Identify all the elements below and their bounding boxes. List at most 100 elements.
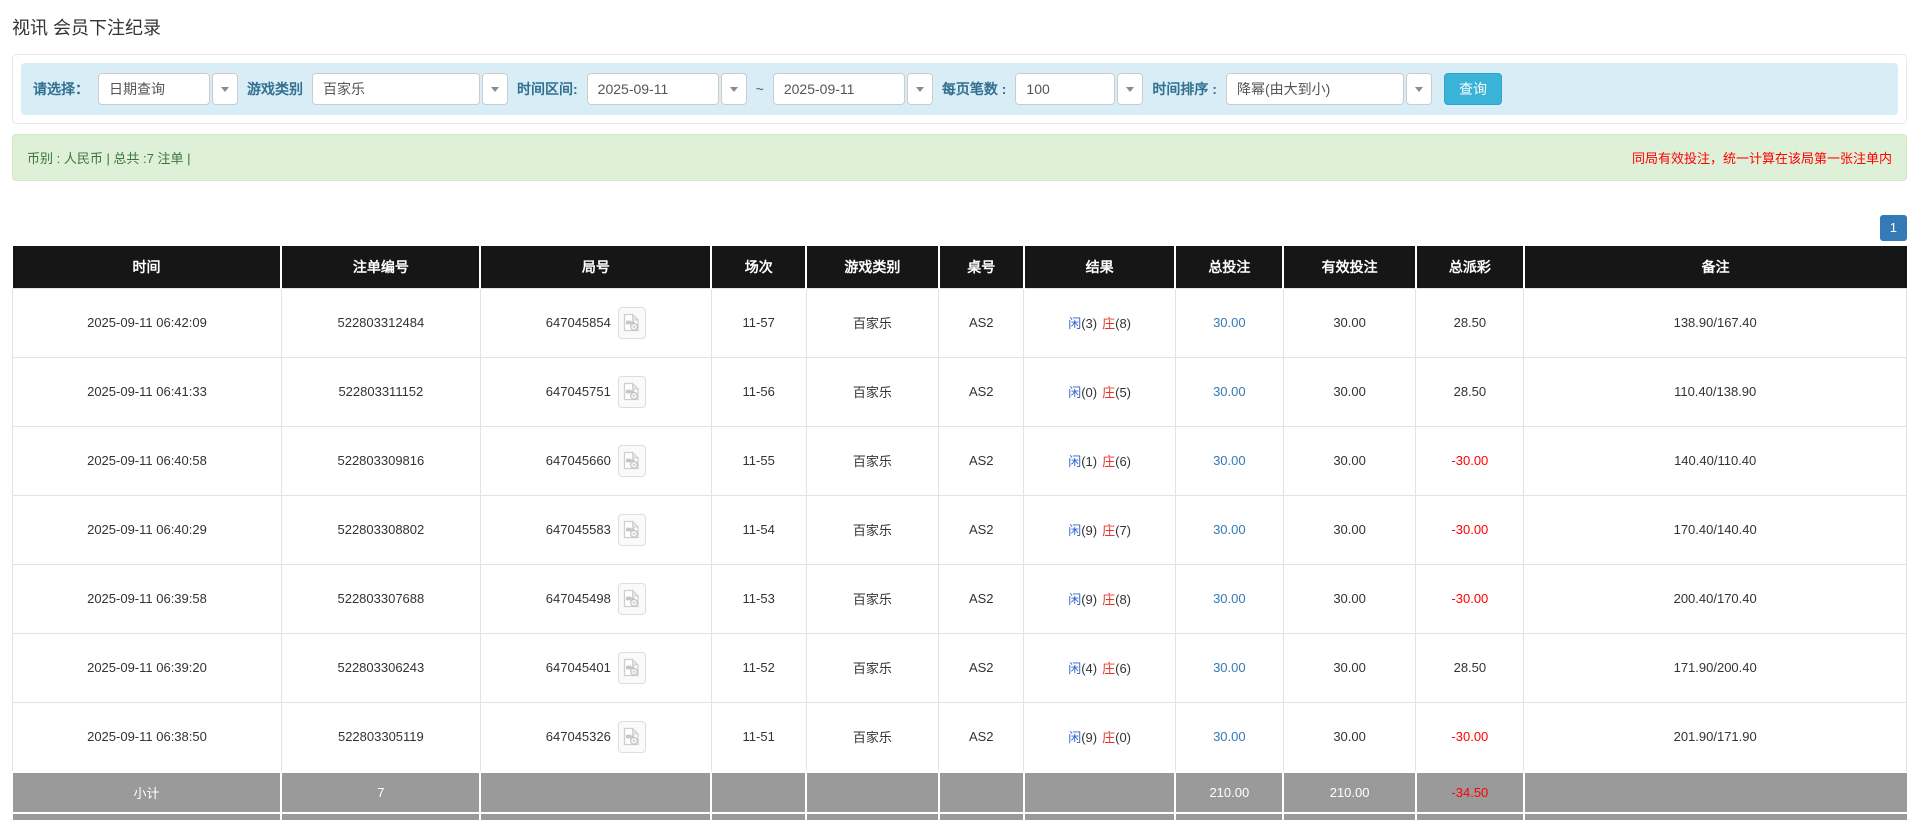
player-result: 闲 bbox=[1068, 661, 1082, 677]
column-header: 注单编号 bbox=[280, 245, 481, 289]
query-type-value: 日期查询 bbox=[98, 73, 210, 105]
video-replay-button[interactable] bbox=[617, 651, 646, 684]
date-from-value: 2025-09-11 bbox=[586, 73, 719, 105]
page-title: 视讯 会员下注纪录 bbox=[12, 18, 162, 38]
banker-score: (8) bbox=[1115, 316, 1131, 332]
total-bet-link[interactable]: 30.00 bbox=[1213, 522, 1246, 537]
result-cell: 闲(9) 庄(0) bbox=[1023, 701, 1176, 773]
query-type-select[interactable]: 日期查询 bbox=[98, 73, 238, 105]
date-from-picker[interactable]: 2025-09-11 bbox=[586, 73, 747, 105]
column-header: 时间 bbox=[12, 245, 282, 289]
subtotal-valid-bet: 210.00 bbox=[1282, 770, 1417, 814]
game-type-select[interactable]: 百家乐 bbox=[312, 73, 508, 105]
round-number: 647045326 bbox=[545, 729, 611, 745]
column-header: 桌号 bbox=[937, 245, 1024, 289]
page-size-value: 100 bbox=[1015, 73, 1116, 105]
player-score: (4) bbox=[1081, 661, 1098, 677]
valid-bet: 30.00 bbox=[1282, 701, 1417, 773]
total-bet-link[interactable]: 30.00 bbox=[1213, 660, 1246, 675]
bet-id: 522803306243 bbox=[280, 632, 481, 703]
result-cell: 闲(0) 庄(5) bbox=[1023, 356, 1176, 427]
total-bet-link[interactable]: 30.00 bbox=[1213, 315, 1246, 330]
total-total-bet: 210.00 bbox=[1174, 811, 1285, 820]
game-type: 百家乐 bbox=[805, 701, 940, 773]
time-sort-value: 降幂(由大到小) bbox=[1225, 73, 1404, 105]
total-bet-link[interactable]: 30.00 bbox=[1213, 591, 1246, 606]
round-cell: 647045498 bbox=[479, 563, 712, 634]
total-bet-cell: 30.00 bbox=[1174, 356, 1284, 427]
subtotal-label: 小计 bbox=[12, 770, 283, 814]
bet-time: 2025-09-11 06:38:50 bbox=[12, 701, 282, 773]
remark: 110.40/138.90 bbox=[1523, 356, 1907, 427]
time-sort-select[interactable]: 降幂(由大到小) bbox=[1225, 73, 1432, 105]
video-file-icon bbox=[624, 658, 640, 677]
player-result: 闲 bbox=[1068, 592, 1082, 608]
video-replay-button[interactable] bbox=[617, 582, 646, 615]
banker-result: 庄 bbox=[1102, 730, 1116, 746]
remark: 200.40/170.40 bbox=[1523, 563, 1907, 634]
player-result: 闲 bbox=[1068, 730, 1082, 746]
banker-score: (6) bbox=[1115, 661, 1131, 677]
result-cell: 闲(9) 庄(7) bbox=[1023, 494, 1176, 565]
round-number: 647045583 bbox=[545, 522, 611, 538]
caret-down-icon[interactable] bbox=[482, 73, 508, 105]
result-cell: 闲(4) 庄(6) bbox=[1023, 632, 1176, 703]
table-row: 2025-09-11 06:38:50 522803305119 6470453… bbox=[12, 701, 1907, 773]
video-file-icon bbox=[624, 727, 640, 746]
page-size-select[interactable]: 100 bbox=[1015, 73, 1144, 105]
total-bet-link[interactable]: 30.00 bbox=[1213, 453, 1246, 468]
bet-id: 522803311152 bbox=[280, 356, 481, 427]
round-number: 647045498 bbox=[545, 591, 611, 607]
table-header-row: 时间 注单编号 局号 场次 游戏类别 桌号 结果 总投注 有效投注 总派彩 备注 bbox=[12, 245, 1907, 289]
banker-result: 庄 bbox=[1102, 592, 1116, 608]
table-number: AS2 bbox=[938, 701, 1025, 773]
subtotal-count: 7 bbox=[280, 770, 482, 814]
table-row: 2025-09-11 06:40:29 522803308802 6470455… bbox=[12, 494, 1907, 565]
video-replay-button[interactable] bbox=[617, 306, 646, 339]
video-replay-button[interactable] bbox=[617, 375, 646, 408]
round-cell: 647045660 bbox=[479, 425, 712, 496]
round-number: 647045401 bbox=[545, 660, 611, 676]
currency-total-text: 币别 : 人民币 | 总共 :7 注单 | bbox=[27, 151, 191, 166]
page-1-button[interactable]: 1 bbox=[1879, 215, 1907, 241]
total-bet-cell: 30.00 bbox=[1174, 701, 1284, 773]
round-cell: 647045751 bbox=[479, 356, 712, 427]
caret-down-icon[interactable] bbox=[1405, 73, 1432, 105]
total-bet-link[interactable]: 30.00 bbox=[1213, 384, 1246, 399]
bet-id: 522803307688 bbox=[280, 563, 481, 634]
player-score: (9) bbox=[1081, 730, 1098, 746]
remark: 201.90/171.90 bbox=[1523, 701, 1907, 773]
video-file-icon bbox=[624, 313, 640, 332]
filter-bar: 请选择： 日期查询 游戏类别 百家乐 时间区间: 2025-09-11 ~ 20… bbox=[21, 63, 1898, 115]
total-bet-link[interactable]: 30.00 bbox=[1213, 729, 1246, 744]
date-to-picker[interactable]: 2025-09-11 bbox=[772, 73, 933, 105]
caret-down-icon[interactable] bbox=[212, 73, 238, 105]
player-score: (9) bbox=[1081, 523, 1098, 539]
table-row: 2025-09-11 06:42:09 522803312484 6470458… bbox=[12, 287, 1907, 358]
video-replay-button[interactable] bbox=[617, 513, 646, 546]
session-number: 11-51 bbox=[710, 701, 807, 773]
total-count: 7 bbox=[280, 811, 482, 820]
video-replay-button[interactable] bbox=[617, 720, 646, 753]
caret-down-icon[interactable] bbox=[906, 73, 933, 105]
video-replay-button[interactable] bbox=[617, 444, 646, 477]
total-label: 总计 bbox=[12, 811, 283, 820]
caret-down-icon[interactable] bbox=[1117, 73, 1144, 105]
caret-down-icon[interactable] bbox=[720, 73, 747, 105]
banker-result: 庄 bbox=[1102, 316, 1116, 332]
table-number: AS2 bbox=[938, 494, 1025, 565]
total-bet-cell: 30.00 bbox=[1174, 425, 1284, 496]
summary-bar: 币别 : 人民币 | 总共 :7 注单 | 同局有效投注，统一计算在该局第一张注… bbox=[12, 134, 1907, 181]
player-result: 闲 bbox=[1068, 385, 1082, 401]
game-type: 百家乐 bbox=[805, 425, 940, 496]
bet-time: 2025-09-11 06:39:58 bbox=[12, 563, 282, 634]
bet-time: 2025-09-11 06:39:20 bbox=[12, 632, 282, 703]
query-type-label: 请选择： bbox=[33, 81, 89, 97]
search-button[interactable]: 查询 bbox=[1443, 73, 1502, 105]
round-number: 647045854 bbox=[545, 315, 611, 331]
video-file-icon bbox=[624, 451, 640, 470]
banker-result: 庄 bbox=[1102, 523, 1116, 539]
banker-score: (6) bbox=[1115, 454, 1131, 470]
date-range-label: 时间区间: bbox=[517, 81, 578, 97]
game-type: 百家乐 bbox=[805, 356, 940, 427]
